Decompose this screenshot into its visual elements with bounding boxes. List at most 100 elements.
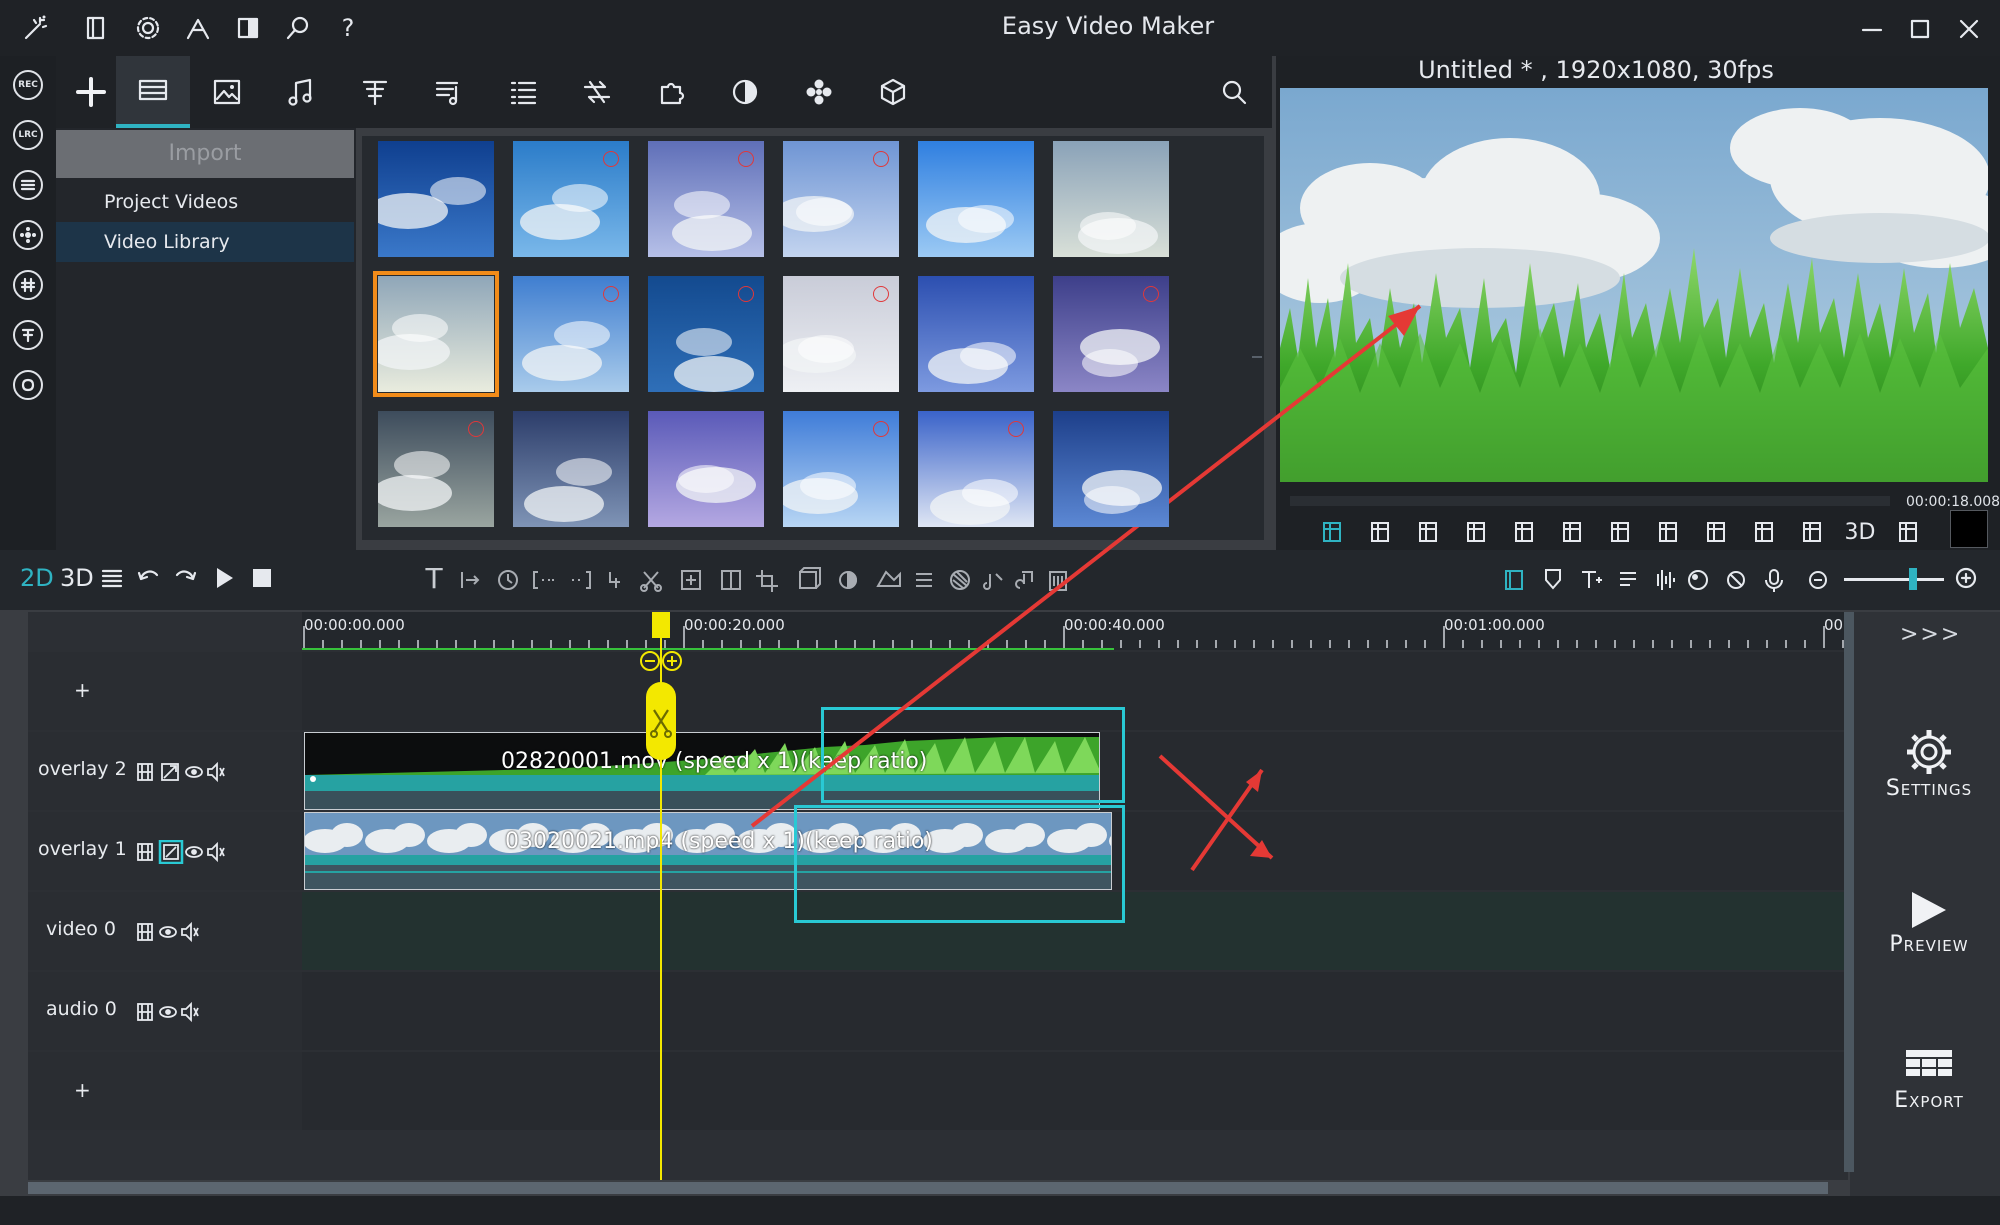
tab-video-icon[interactable] [116,56,190,128]
media-thumbnail[interactable] [513,411,629,527]
media-thumbnail[interactable] [918,411,1034,527]
library-item-video-library[interactable]: Video Library [56,222,354,262]
grid-scroll-marker[interactable] [1252,356,1262,358]
pen-icon[interactable] [184,14,212,42]
color-swatch[interactable] [1950,510,1988,548]
stop-icon[interactable] [246,562,278,594]
library-search-icon[interactable] [1204,56,1264,128]
track-head-add-top[interactable]: + [28,652,302,730]
align-right-icon[interactable] [1508,516,1540,548]
play-icon[interactable] [208,562,240,594]
horizontal-scrollbar[interactable] [28,1182,1828,1194]
align-bottom-icon[interactable] [1604,516,1636,548]
add-icon[interactable] [66,56,116,128]
tab-image-icon[interactable] [190,56,264,128]
list-circle-icon[interactable] [13,170,43,200]
playhead-handle[interactable] [652,612,670,638]
tab-list-icon[interactable] [486,56,560,128]
tab-effects-icon[interactable] [782,56,856,128]
grid-icon[interactable] [1364,516,1396,548]
gear-icon[interactable] [134,14,162,42]
track-label-video-0: video 0 [46,918,117,940]
tab-music-icon[interactable] [264,56,338,128]
export-button[interactable]: Export [1874,1046,1984,1142]
tab-text-icon[interactable] [338,56,412,128]
tab-lyrics-icon[interactable] [412,56,486,128]
media-thumbnail[interactable] [783,141,899,257]
fit-icon[interactable] [1796,516,1828,548]
media-thumbnail[interactable] [378,411,494,527]
lyrics-button[interactable]: LRC [13,120,43,150]
hash-circle-icon[interactable] [13,270,43,300]
status-bar [0,1196,2000,1225]
redo-icon[interactable] [170,562,202,594]
record-button[interactable]: REC [13,70,43,100]
tab-transition-icon[interactable] [560,56,634,128]
book-icon[interactable] [82,14,110,42]
expand-panel-button[interactable]: >>> [1900,622,1961,647]
playhead-zoom-controls[interactable] [638,650,684,672]
mode-3d-toggle[interactable]: 3D [60,564,94,592]
annotation-box-overlay-2 [821,707,1125,803]
edit-tools-strip [460,560,1080,600]
ruler-label-20: 00:00:20.000 [684,616,785,634]
media-thumbnail[interactable] [1053,276,1169,392]
frame-select-icon[interactable] [1316,516,1348,548]
media-thumbnail[interactable] [378,141,494,257]
maximize-button[interactable] [1903,12,1937,46]
vertical-scrollbar[interactable] [1844,612,1854,1172]
crop-hash-icon[interactable] [1412,516,1444,548]
media-thumbnail[interactable] [1053,411,1169,527]
help-icon[interactable]: ? [334,14,362,42]
playhead-cut-button[interactable] [646,682,676,760]
media-thumbnail-selected[interactable] [373,271,499,397]
close-button[interactable] [1952,12,1986,46]
zoom-in-icon[interactable] [1950,562,1982,594]
magic-wand-icon[interactable] [22,14,50,42]
preview-button[interactable]: Preview [1874,888,1984,984]
mode-2d-toggle[interactable]: 2D [20,564,54,592]
track-head-add-bottom[interactable]: + [28,1052,302,1130]
media-thumbnail[interactable] [918,141,1034,257]
tab-3d-icon[interactable] [856,56,930,128]
media-thumbnail[interactable] [1053,141,1169,257]
import-button[interactable]: Import [56,130,354,178]
track-label-audio-0: audio 0 [46,998,117,1020]
media-thumbnail[interactable] [783,276,899,392]
overlay-2-controls [136,760,228,784]
split-icon[interactable] [234,14,262,42]
target-icon[interactable] [1748,516,1780,548]
zoom-slider-handle[interactable] [1909,568,1917,590]
text-circle-icon[interactable] [13,320,43,350]
list-view-icon[interactable] [96,562,128,594]
media-thumbnail[interactable] [648,276,764,392]
align-center-h-icon[interactable] [1652,516,1684,548]
add-track-bottom-label[interactable]: + [74,1078,91,1102]
zoom-slider[interactable] [1844,578,1944,581]
settings-button[interactable]: Settings [1874,728,1984,824]
puzzle-circle-icon[interactable] [13,370,43,400]
flower-circle-icon[interactable] [13,220,43,250]
media-thumbnail[interactable] [513,141,629,257]
library-item-project-videos[interactable]: Project Videos [56,182,354,222]
media-thumbnail[interactable] [918,276,1034,392]
align-top-icon[interactable] [1556,516,1588,548]
tab-filter-icon[interactable] [708,56,782,128]
media-thumbnail[interactable] [513,276,629,392]
text-tool-icon[interactable]: T [418,562,450,595]
mode-3d-icon[interactable]: 3D [1844,516,1876,548]
media-thumbnail[interactable] [648,141,764,257]
media-thumbnail[interactable] [648,411,764,527]
preview-progress-bar[interactable] [1290,496,1890,506]
search-icon[interactable] [284,14,312,42]
minimize-button[interactable] [1855,12,1889,46]
download-indicator-icon [603,286,619,302]
undo-icon[interactable] [132,562,164,594]
app-window: Easy Video Maker ? REC LRC Import Projec… [0,0,2000,1225]
align-left-icon[interactable] [1460,516,1492,548]
add-track-top-label[interactable]: + [74,678,91,702]
media-thumbnail[interactable] [783,411,899,527]
align-center-v-icon[interactable] [1700,516,1732,548]
tab-puzzle-icon[interactable] [634,56,708,128]
rotate-icon[interactable] [1892,516,1924,548]
